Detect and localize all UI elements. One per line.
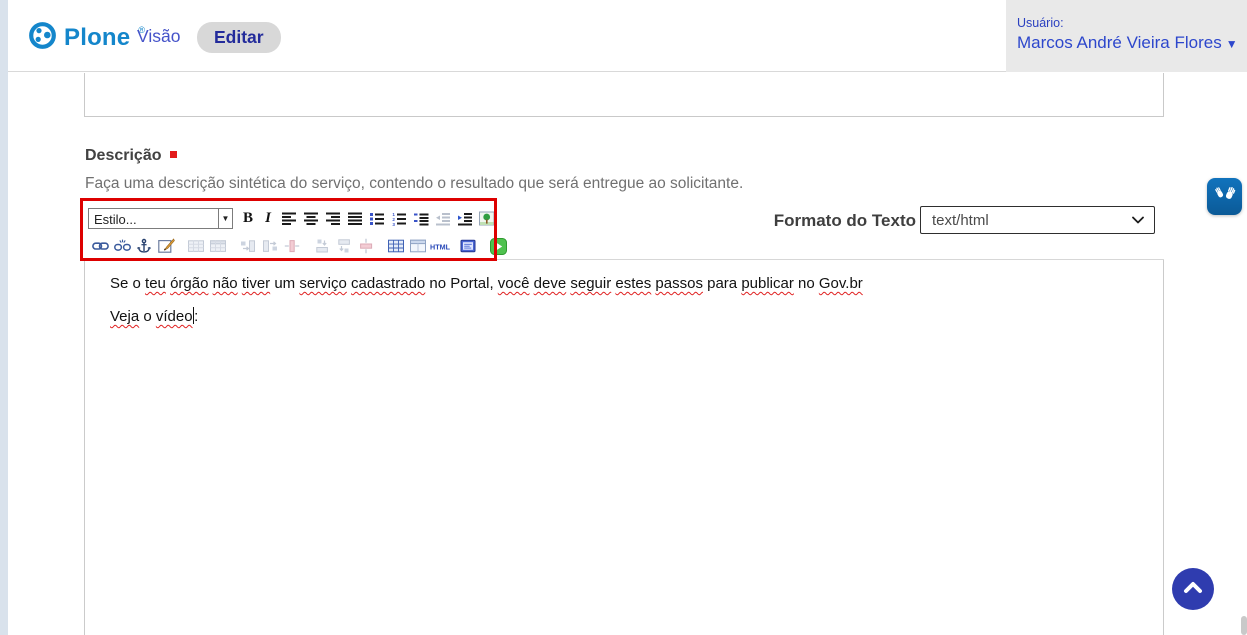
description-field-help: Faça uma descrição sintética do serviço,… — [85, 175, 743, 193]
page-gutter — [0, 0, 8, 635]
user-menu[interactable]: Usuário: Marcos André Vieira Flores▼ — [1006, 0, 1247, 72]
tab-visao[interactable]: Visão — [137, 26, 180, 47]
richtext-editor-body[interactable]: Se o teu órgão não tiver um serviço cada… — [85, 261, 1163, 635]
editor-paragraph: Veja o vídeo: — [110, 307, 1143, 327]
sign-language-hands-icon — [1213, 182, 1237, 211]
vlibras-accessibility-button[interactable] — [1207, 178, 1242, 215]
text-format-value: text/html — [921, 212, 1132, 229]
plone-edit-page: Plone® Visão Editar Usuário: Marcos Andr… — [0, 0, 1247, 635]
align-right-icon[interactable] — [323, 209, 343, 229]
user-menu-caret-icon: ▼ — [1226, 37, 1238, 51]
editor-toolbar-row1: Estilo... ▼ B I 123 — [88, 207, 497, 230]
description-field-label: Descrição — [85, 147, 177, 165]
bold-icon[interactable]: B — [239, 209, 257, 229]
html-source-icon[interactable]: HTML — [430, 236, 456, 256]
align-left-icon[interactable] — [279, 209, 299, 229]
style-select[interactable]: Estilo... ▼ — [88, 208, 233, 229]
required-field-marker — [170, 151, 177, 158]
add-row-below-icon[interactable] — [334, 236, 354, 256]
plone-logo-text: Plone — [64, 24, 130, 52]
text-format-label: Formato do Texto — [700, 211, 916, 231]
internal-link-icon[interactable] — [90, 236, 110, 256]
svg-text:3: 3 — [392, 222, 395, 226]
indent-icon[interactable] — [455, 209, 475, 229]
outdent-icon[interactable] — [433, 209, 453, 229]
chevron-down-icon — [1132, 216, 1144, 224]
style-select-arrow-icon: ▼ — [218, 209, 232, 228]
plone-logo-icon — [28, 21, 57, 55]
definition-list-icon[interactable] — [411, 209, 431, 229]
add-column-after-icon[interactable] — [260, 236, 280, 256]
user-menu-label: Usuário: — [1017, 16, 1247, 30]
run-icon[interactable] — [488, 236, 508, 256]
scrollbar-thumb[interactable] — [1241, 616, 1247, 635]
insert-image-icon[interactable] — [477, 209, 497, 229]
remove-table-icon[interactable] — [208, 236, 228, 256]
add-column-before-icon[interactable] — [238, 236, 258, 256]
align-center-icon[interactable] — [301, 209, 321, 229]
editor-paragraph: Se o teu órgão não tiver um serviço cada… — [110, 274, 1143, 294]
svg-text:HTML: HTML — [430, 243, 451, 252]
table-properties-icon[interactable] — [408, 236, 428, 256]
top-header: Plone® Visão Editar Usuário: Marcos Andr… — [8, 0, 1247, 72]
external-link-icon[interactable] — [112, 236, 132, 256]
tab-editar[interactable]: Editar — [197, 22, 281, 53]
edit-frame-icon[interactable] — [156, 236, 176, 256]
previous-field-textarea[interactable] — [84, 73, 1164, 117]
style-select-value: Estilo... — [89, 209, 218, 228]
bulleted-list-icon[interactable] — [367, 209, 387, 229]
user-menu-name: Marcos André Vieira Flores▼ — [1017, 33, 1247, 53]
remove-row-icon[interactable] — [356, 236, 376, 256]
text-format-select[interactable]: text/html — [920, 206, 1155, 234]
remove-column-icon[interactable] — [282, 236, 302, 256]
anchor-icon[interactable] — [134, 236, 154, 256]
add-row-above-icon[interactable] — [312, 236, 332, 256]
source-view-icon[interactable] — [458, 236, 478, 256]
italic-icon[interactable]: I — [259, 209, 277, 229]
editor-toolbar-row2: HTML — [90, 235, 508, 257]
numbered-list-icon[interactable]: 123 — [389, 209, 409, 229]
plone-logo[interactable]: Plone® — [28, 21, 144, 55]
chevron-up-icon — [1181, 579, 1205, 600]
justify-icon[interactable] — [345, 209, 365, 229]
table-grid-icon[interactable] — [386, 236, 406, 256]
scroll-to-top-button[interactable] — [1172, 568, 1214, 610]
add-table-icon[interactable] — [186, 236, 206, 256]
